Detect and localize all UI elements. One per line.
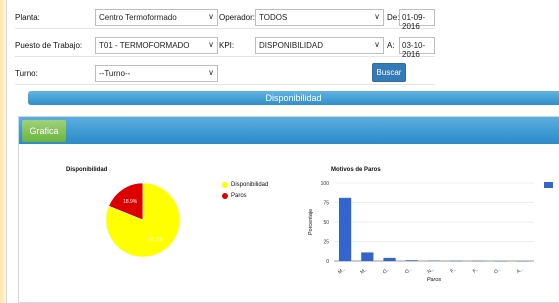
x-tick-label: F.. — [472, 267, 480, 275]
pie-chart-title: Disponibilidad — [66, 167, 108, 173]
de-date-input[interactable]: 01-09-2016 — [399, 9, 435, 31]
bar-legend-swatch — [544, 182, 553, 188]
turno-value: --Turno-- — [99, 69, 131, 78]
chevron-down-icon: ∨ — [374, 40, 380, 49]
planta-select[interactable]: Centro Termoformado ∨ — [95, 9, 218, 26]
x-tick-label: O.. — [493, 267, 502, 276]
a-date-value: 03-10-2016 — [402, 41, 426, 59]
operador-label: Operador: — [219, 13, 256, 22]
a-date-input[interactable]: 03-10-2016 — [399, 37, 435, 59]
turno-label: Turno: — [15, 69, 38, 78]
chart-panel: Grafica Disponibilidad 18.9% 81.1% Dispon… — [18, 116, 559, 303]
filter-row-2: Puesto de Trabajo: T01 - TERMOFORMADO ∨ … — [15, 35, 435, 59]
bar-chart: Porcentaje 0 25 50 75 100 M.. M.. O.. O.. N.. F.. F.… — [308, 181, 553, 283]
legend-dot-disponibilidad — [222, 182, 228, 188]
legend-paros-label: Paros — [231, 193, 247, 199]
kpi-select[interactable]: DISPONIBILIDAD ∨ — [255, 37, 384, 54]
y-tick-label: 0 — [326, 259, 329, 265]
legend-disponibilidad: Disponibilidad — [222, 182, 268, 188]
operador-select[interactable]: TODOS ∨ — [255, 9, 384, 26]
bar — [405, 260, 418, 261]
pie-label-paros: 18.9% — [123, 199, 138, 205]
legend-paros: Paros — [222, 193, 247, 199]
puesto-value: T01 - TERMOFORMADO — [99, 41, 190, 50]
tab-grafica-label: Grafica — [29, 126, 59, 136]
y-tick-label: 25 — [323, 239, 329, 245]
kpi-label: KPI: — [219, 41, 235, 50]
x-tick-label: N.. — [426, 267, 435, 276]
buscar-button[interactable]: Buscar — [372, 63, 406, 82]
planta-label: Planta: — [15, 13, 40, 22]
chevron-down-icon: ∨ — [374, 12, 380, 21]
x-tick-label: F.. — [450, 267, 458, 275]
de-label: De: — [387, 13, 400, 22]
pie-label-disponibilidad: 81.1% — [149, 237, 164, 243]
x-tick-label: O.. — [382, 267, 391, 276]
planta-value: Centro Termoformado — [99, 13, 177, 22]
operador-value: TODOS — [259, 13, 288, 22]
bar — [383, 257, 396, 261]
filter-row-1: Planta: Centro Termoformado ∨ Operador: … — [15, 7, 435, 31]
x-axis-label: Paros — [427, 277, 442, 283]
x-tick-label: A.. — [516, 267, 524, 275]
puesto-label: Puesto de Trabajo: — [15, 41, 83, 50]
y-axis-label: Porcentaje — [308, 209, 314, 235]
a-label: A: — [387, 41, 395, 50]
section-title: Disponibilidad — [265, 93, 322, 103]
bar — [361, 252, 374, 261]
tab-grafica[interactable]: Grafica — [22, 120, 66, 142]
chevron-down-icon: ∨ — [208, 68, 214, 77]
x-tick-label: M.. — [359, 267, 368, 276]
chevron-down-icon: ∨ — [208, 40, 214, 49]
legend-dot-paros — [222, 193, 228, 199]
y-tick-label: 100 — [321, 181, 330, 187]
turno-select[interactable]: --Turno-- ∨ — [95, 65, 218, 82]
pie-chart: 18.9% 81.1% — [105, 182, 181, 258]
puesto-select[interactable]: T01 - TERMOFORMADO ∨ — [95, 37, 218, 54]
section-title-bar: Disponibilidad — [28, 91, 559, 105]
bar-chart-title: Motivos de Paros — [331, 167, 381, 173]
legend-disponibilidad-label: Disponibilidad — [231, 182, 269, 188]
y-tick-label: 75 — [323, 200, 329, 206]
chevron-down-icon: ∨ — [208, 12, 214, 21]
de-date-value: 01-09-2016 — [402, 13, 426, 31]
x-tick-label: M.. — [337, 267, 346, 276]
y-tick-label: 50 — [323, 220, 329, 226]
panel-header: Grafica — [19, 117, 559, 144]
kpi-value: DISPONIBILIDAD — [259, 41, 324, 50]
x-tick-label: O.. — [404, 267, 413, 276]
bar — [339, 197, 352, 261]
